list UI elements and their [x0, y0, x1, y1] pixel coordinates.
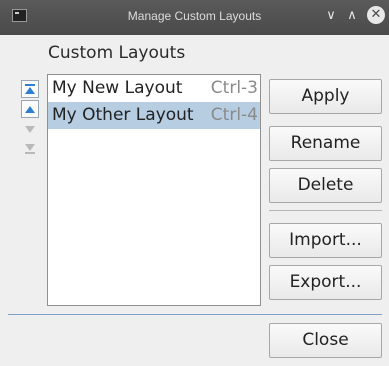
- maximize-button[interactable]: ∧: [342, 6, 362, 26]
- delete-button[interactable]: Delete: [269, 168, 382, 203]
- rename-button[interactable]: Rename: [269, 126, 382, 161]
- layout-name: My New Layout: [52, 78, 183, 98]
- move-to-top-button[interactable]: [21, 80, 39, 98]
- layout-shortcut: Ctrl-3: [210, 78, 258, 98]
- apply-button[interactable]: Apply: [269, 79, 382, 114]
- move-up-button[interactable]: [21, 100, 39, 118]
- layout-shortcut: Ctrl-4: [210, 105, 258, 125]
- list-item[interactable]: My Other Layout Ctrl-4: [48, 102, 260, 129]
- move-down-button[interactable]: [21, 120, 39, 138]
- layout-name: My Other Layout: [52, 105, 194, 125]
- button-separator: [269, 210, 382, 211]
- reorder-controls: [21, 80, 43, 160]
- close-button[interactable]: Close: [269, 323, 382, 358]
- close-window-button[interactable]: ✕: [367, 6, 385, 24]
- move-down-icon: [25, 126, 35, 133]
- move-up-icon: [25, 106, 35, 113]
- move-to-bottom-icon: [25, 144, 35, 154]
- move-to-top-icon: [25, 84, 35, 94]
- list-item[interactable]: My New Layout Ctrl-3: [48, 75, 260, 102]
- footer-separator: [8, 314, 382, 315]
- move-to-bottom-button[interactable]: [21, 140, 39, 158]
- section-heading: Custom Layouts: [48, 43, 186, 63]
- export-button[interactable]: Export...: [269, 265, 382, 300]
- import-button[interactable]: Import...: [269, 223, 382, 258]
- title-bar: Manage Custom Layouts ∨ ∧ ✕: [0, 0, 389, 35]
- minimize-button[interactable]: ∨: [321, 6, 341, 26]
- layouts-list[interactable]: My New Layout Ctrl-3 My Other Layout Ctr…: [47, 74, 261, 306]
